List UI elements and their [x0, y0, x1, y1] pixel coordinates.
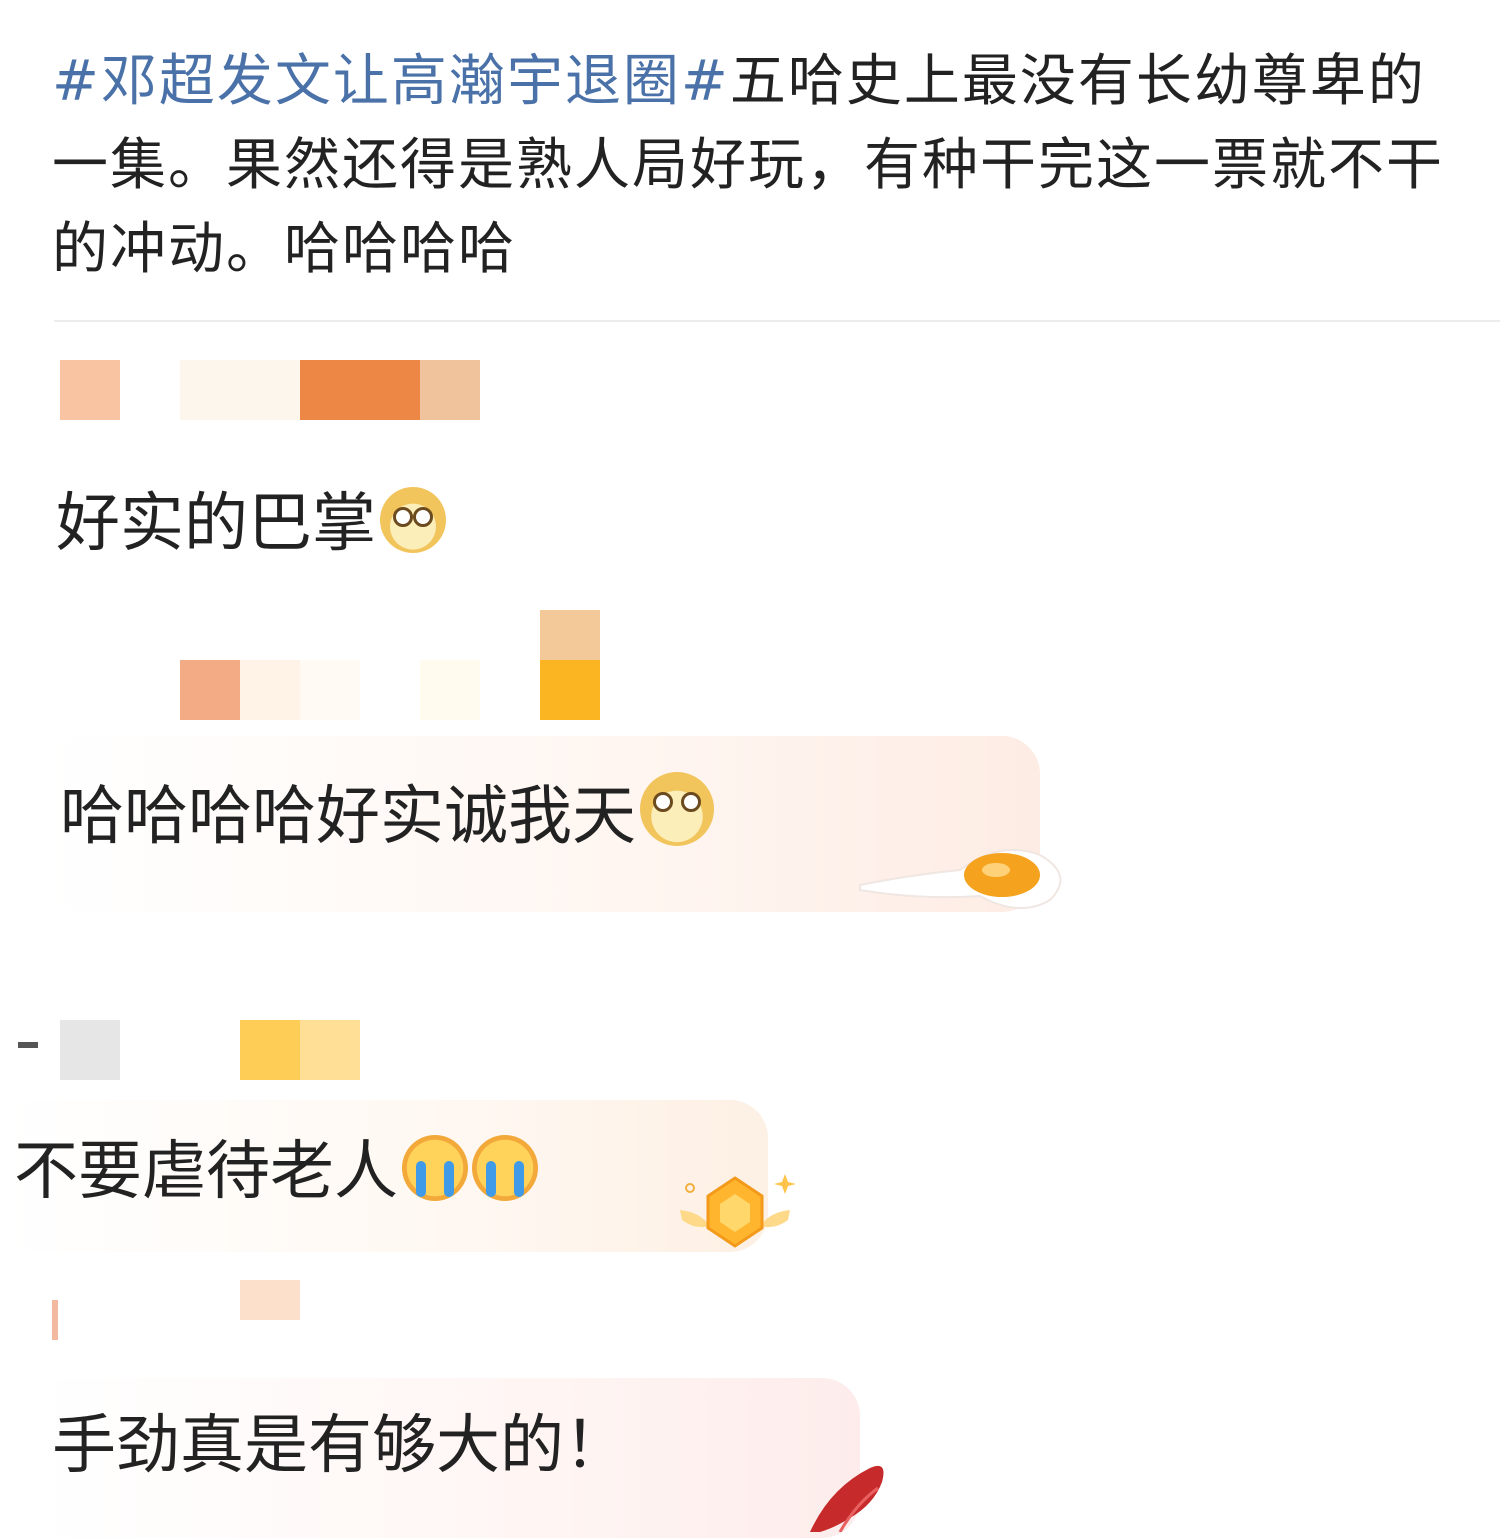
red-ribbon-decoration-icon: [790, 1448, 900, 1533]
redacted-username: [180, 360, 300, 420]
badge-decoration-icon: [670, 1170, 800, 1254]
post-content: #邓超发文让高瀚宇退圈#五哈史上最没有长幼尊卑的一集。果然还得是熟人局好玩，有种…: [52, 40, 1462, 292]
redacted-username: [300, 660, 360, 720]
redacted-username: [240, 1280, 300, 1320]
redacted-username: [300, 360, 420, 420]
egg-decoration-icon: [850, 830, 1070, 910]
comment-text: 好实的巴掌: [56, 484, 446, 564]
crying-emoji: [402, 1135, 468, 1201]
doge-emoji: [640, 772, 714, 846]
redacted-username: [240, 660, 300, 720]
redacted-username: [240, 1020, 300, 1080]
redacted-username: [52, 1300, 58, 1340]
redacted-username: [540, 610, 600, 660]
comment-text: 哈哈哈哈好实诚我天: [60, 772, 714, 857]
doge-emoji: [380, 487, 446, 553]
redacted-username: [60, 1020, 120, 1080]
redacted-username: [18, 1042, 38, 1048]
comment-3-text: 不要虐待老人: [14, 1135, 398, 1209]
divider: [54, 320, 1500, 322]
redacted-username: [540, 660, 600, 720]
redacted-username: [420, 360, 480, 420]
comment-4-text: 手劲真是有够大的！: [52, 1409, 628, 1483]
comment-text: 手劲真是有够大的！: [52, 1406, 628, 1486]
comment-1-text: 好实的巴掌: [56, 487, 376, 561]
redacted-username: [180, 660, 240, 720]
hashtag-link[interactable]: #邓超发文让高瀚宇退圈#: [52, 49, 730, 114]
comment-text: 不要虐待老人: [14, 1132, 538, 1212]
crying-emoji: [472, 1135, 538, 1201]
comment-2-text: 哈哈哈哈好实诚我天: [60, 780, 636, 854]
redacted-username: [420, 660, 480, 720]
redacted-username: [60, 360, 120, 420]
redacted-username: [300, 1020, 360, 1080]
